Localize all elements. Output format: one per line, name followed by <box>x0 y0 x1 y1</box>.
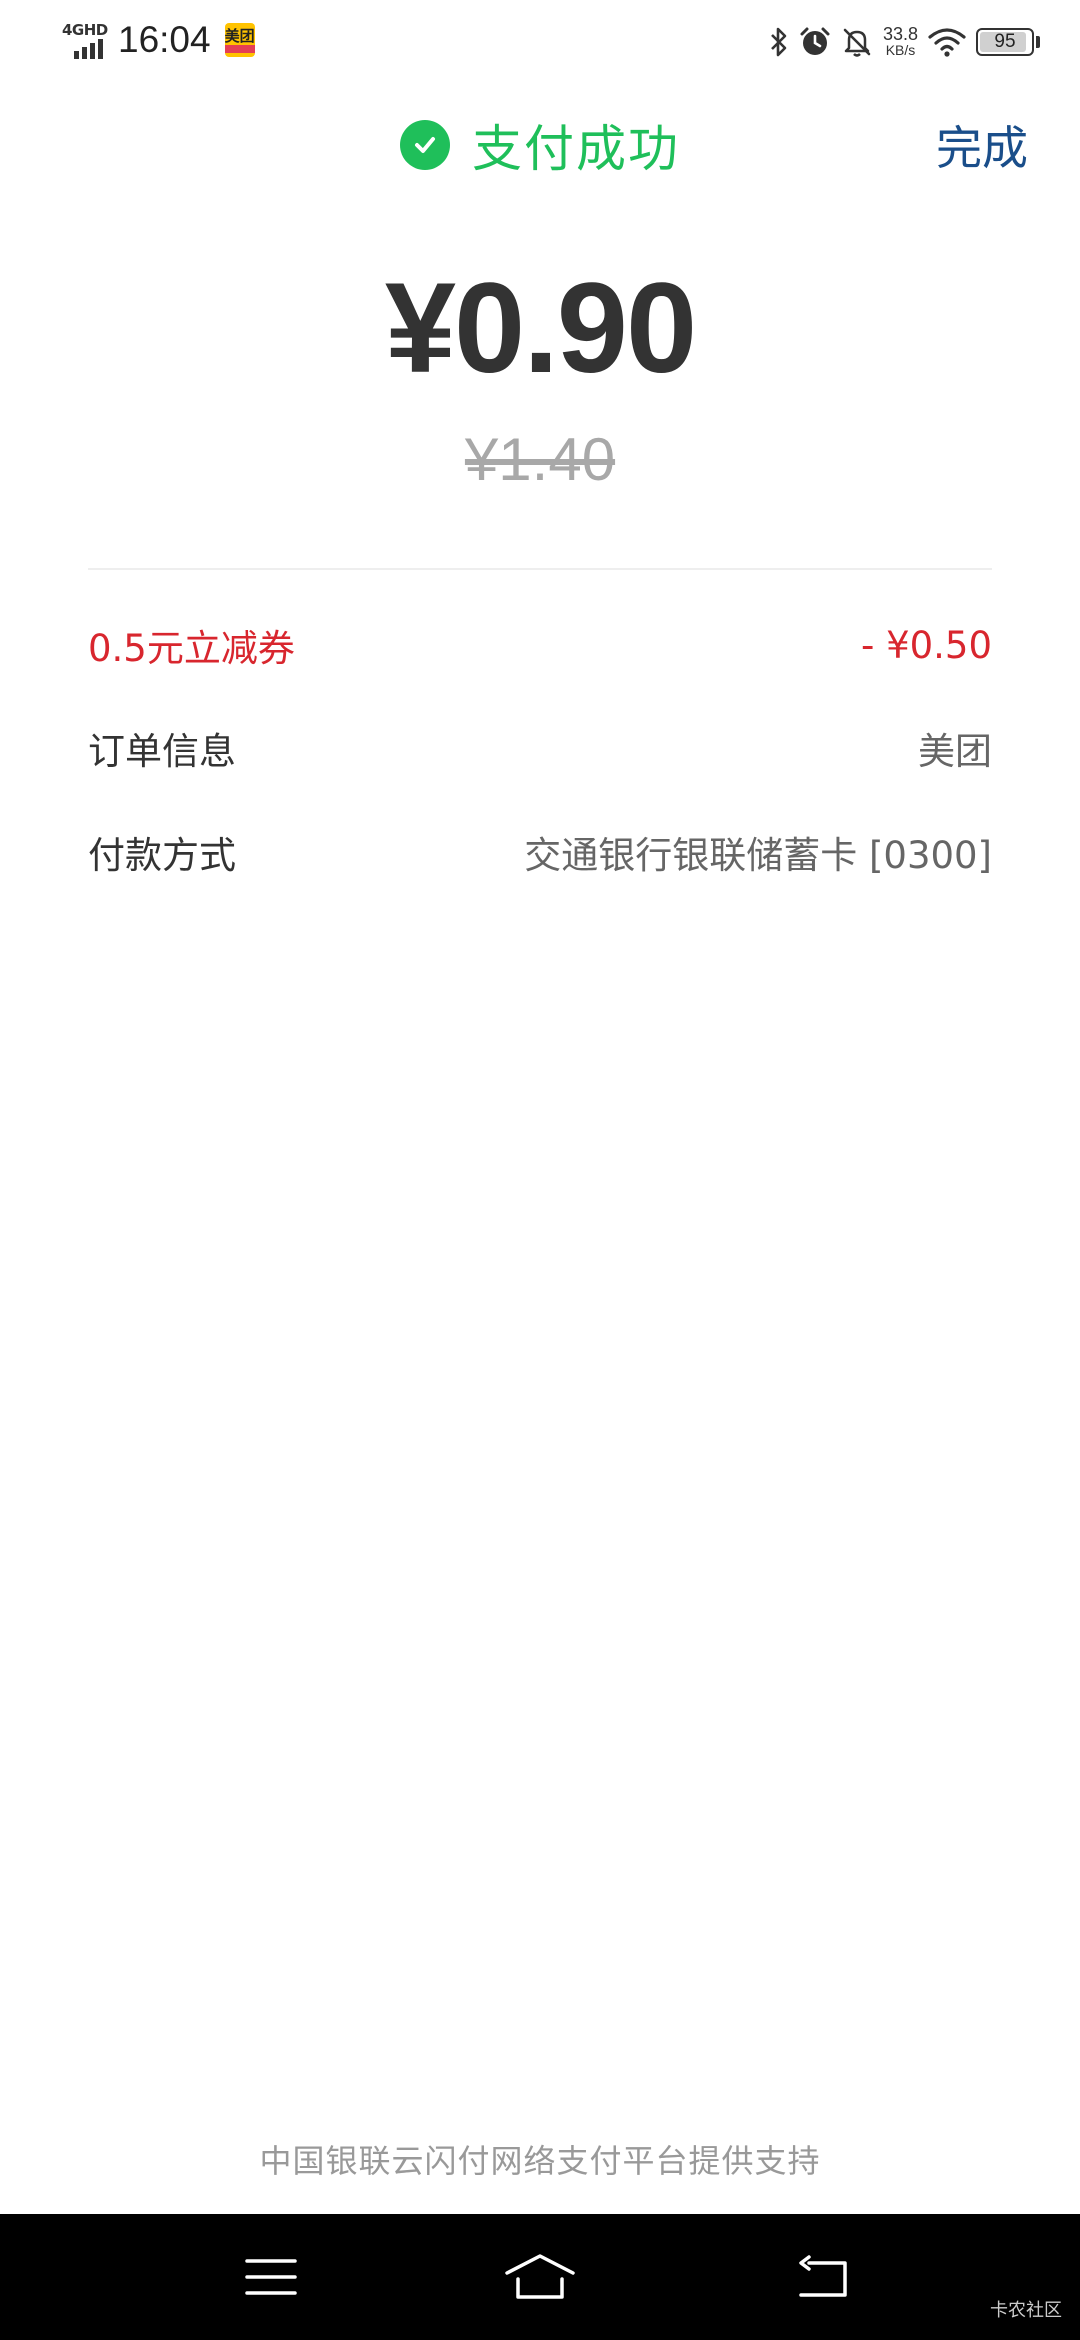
order-info-value: 美团 <box>918 730 992 773</box>
success-check-icon <box>400 120 450 170</box>
coupon-value: - ¥0.50 <box>860 623 992 667</box>
title-wrap: 支付成功 <box>0 100 1080 190</box>
done-button[interactable]: 完成 <box>936 112 1028 178</box>
battery-level: 95 <box>994 31 1016 52</box>
order-info-label: 订单信息 <box>88 730 236 773</box>
network-speed-unit: KB/s <box>885 42 916 58</box>
wifi-icon <box>928 27 966 57</box>
status-left: 4GHD 16:04 美团 <box>62 18 255 62</box>
clock: 16:04 <box>118 19 211 60</box>
battery-icon: 95 <box>976 28 1034 56</box>
coupon-label: 0.5元立减券 <box>88 627 295 670</box>
signal-icon: 4GHD <box>62 21 112 59</box>
network-speed-value: 33.8 <box>882 24 918 44</box>
mute-icon <box>841 26 873 58</box>
network-speed: 33.8 KB/s <box>882 24 918 58</box>
status-right: 33.8 KB/s 95 <box>769 20 1040 64</box>
coupon-row: 0.5元立减券 - ¥0.50 <box>88 615 992 675</box>
payment-method-row: 付款方式 交通银行银联储蓄卡 [0300] <box>88 822 992 882</box>
network-type: 4GHD <box>62 21 108 39</box>
navigation-bar: 卡农社区 <box>0 2214 1080 2340</box>
watermark: 卡农社区 <box>990 2300 1062 2321</box>
divider <box>88 568 992 570</box>
app-badge-label: 美团 <box>224 27 255 45</box>
page-title: 支付成功 <box>472 120 680 178</box>
alarm-icon <box>799 26 831 58</box>
payment-method-value: 交通银行银联储蓄卡 [0300] <box>524 834 992 877</box>
back-icon[interactable] <box>783 2237 863 2317</box>
original-amount: ¥1.40 <box>464 426 616 493</box>
menu-icon[interactable] <box>231 2237 311 2317</box>
status-bar: 4GHD 16:04 美团 33.8 KB/s 95 <box>0 0 1080 80</box>
order-info-row: 订单信息 美团 <box>88 718 992 778</box>
header: 支付成功 完成 <box>0 100 1080 190</box>
payment-success-screen: 4GHD 16:04 美团 33.8 KB/s 95 支付成功 完成 ¥0.90… <box>0 0 1080 2340</box>
paid-amount: ¥0.90 <box>384 257 697 400</box>
support-text: 中国银联云闪付网络支付平台提供支持 <box>259 2142 821 2180</box>
payment-method-label: 付款方式 <box>88 834 236 877</box>
meituan-notification-icon: 美团 <box>224 23 255 57</box>
home-icon[interactable] <box>500 2237 580 2317</box>
bluetooth-icon <box>769 26 789 58</box>
